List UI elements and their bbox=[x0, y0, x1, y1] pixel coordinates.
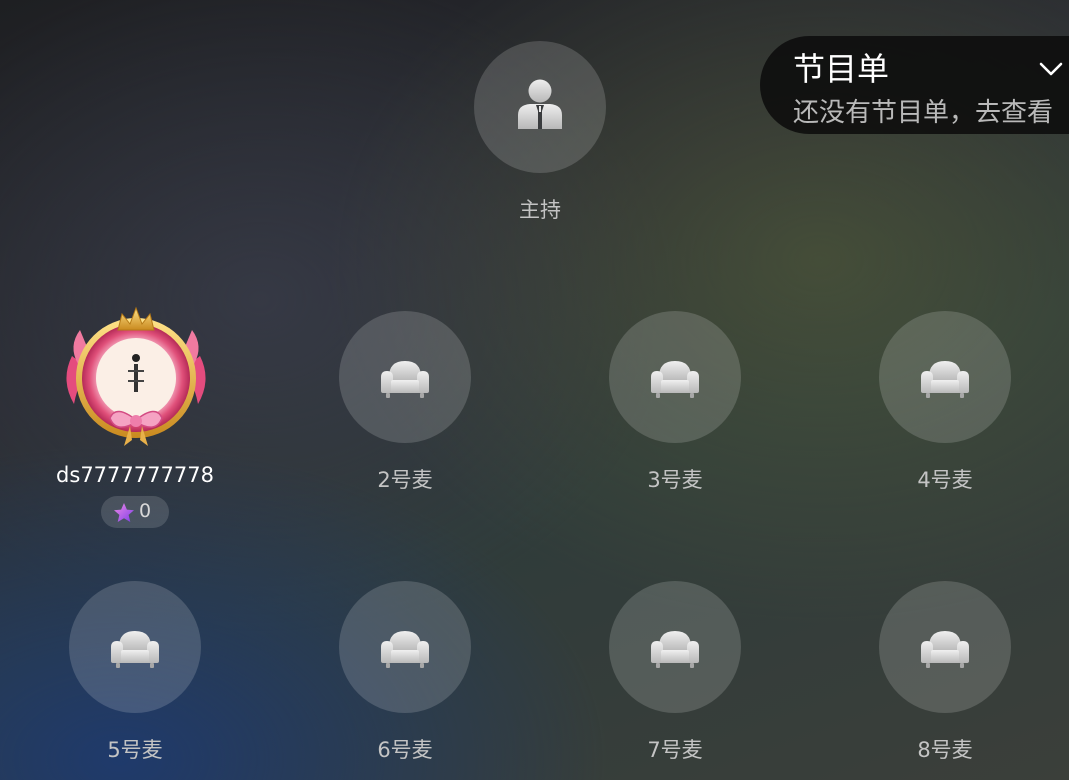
host-person-icon bbox=[518, 79, 562, 129]
sofa-icon bbox=[381, 361, 429, 398]
seat-3-label: 3号麦 bbox=[647, 468, 703, 492]
seat-4[interactable] bbox=[879, 311, 1011, 443]
sofa-icon bbox=[651, 631, 699, 668]
seat-7[interactable] bbox=[609, 581, 741, 713]
seat-5-label: 5号麦 bbox=[107, 738, 163, 762]
sofa-icon bbox=[111, 631, 159, 668]
sofa-icon bbox=[921, 631, 969, 668]
seat-6[interactable] bbox=[339, 581, 471, 713]
user-avatar-frame[interactable] bbox=[60, 300, 212, 452]
program-list-panel[interactable]: 节目单 还没有节目单，去查看 bbox=[760, 36, 1069, 134]
seat-2-label: 2号麦 bbox=[377, 468, 433, 492]
seat-6-label: 6号麦 bbox=[377, 738, 433, 762]
host-seat-label: 主持 bbox=[519, 198, 561, 222]
sofa-icon bbox=[921, 361, 969, 398]
score-value: 0 bbox=[139, 500, 152, 522]
seat-5[interactable] bbox=[69, 581, 201, 713]
seat-4-label: 4号麦 bbox=[917, 468, 973, 492]
seat-7-label: 7号麦 bbox=[647, 738, 703, 762]
seat-8-label: 8号麦 bbox=[917, 738, 973, 762]
host-seat[interactable] bbox=[474, 41, 606, 173]
program-list-title: 节目单 bbox=[793, 50, 890, 88]
voice-room-seat-area: 节目单 还没有节目单，去查看 主持 ds7777777778 0 2号麦 3号麦… bbox=[0, 0, 1069, 780]
seat-3[interactable] bbox=[609, 311, 741, 443]
sofa-icon bbox=[381, 631, 429, 668]
seat-2[interactable] bbox=[339, 311, 471, 443]
sofa-icon bbox=[651, 361, 699, 398]
chevron-down-icon[interactable] bbox=[1036, 54, 1066, 84]
score-badge: 0 bbox=[101, 496, 169, 528]
star-icon bbox=[114, 503, 134, 522]
occupied-seat-username: ds7777777778 bbox=[56, 463, 214, 487]
seat-8[interactable] bbox=[879, 581, 1011, 713]
program-list-subtitle: 还没有节目单，去查看 bbox=[793, 98, 1054, 128]
